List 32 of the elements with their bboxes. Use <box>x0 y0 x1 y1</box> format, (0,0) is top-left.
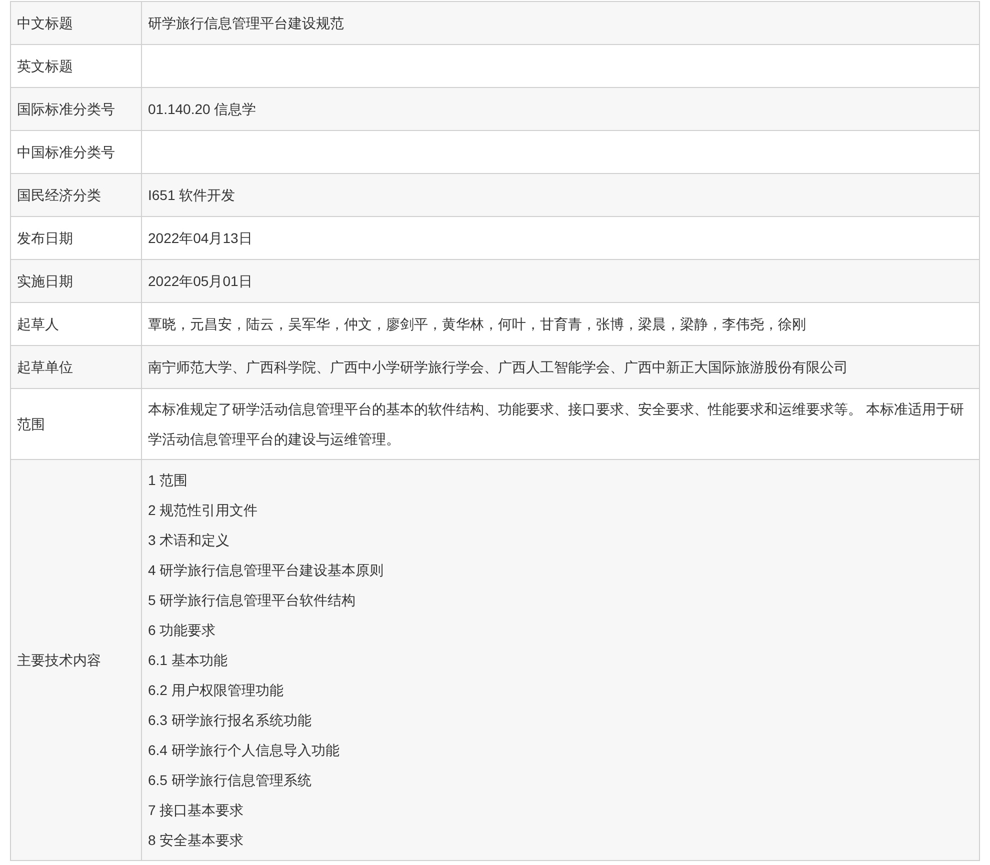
field-label: 国民经济分类 <box>17 186 101 204</box>
content-item: 6.1 基本功能 <box>148 651 228 670</box>
field-label: 英文标题 <box>17 56 73 76</box>
field-value: 2022年04月13日 <box>148 228 252 248</box>
content-item: 2 规范性引用文件 <box>148 501 259 520</box>
field-value: 研学旅行信息管理平台建设规范 <box>148 14 344 32</box>
content-item: 8 安全基本要求 <box>148 831 245 850</box>
content-item: 4 研学旅行信息管理平台建设基本原则 <box>148 561 384 580</box>
field-label: 主要技术内容 <box>17 650 101 670</box>
field-label: 中国标准分类号 <box>17 142 115 162</box>
content-item: 3 术语和定义 <box>148 531 231 550</box>
field-label: 范围 <box>17 414 45 434</box>
field-value: 01.140.20 信息学 <box>148 100 256 118</box>
field-value: 南宁师范大学、广西科学院、广西中小学研学旅行学会、广西人工智能学会、广西中新正大国际旅游股份有限公司 <box>148 358 848 376</box>
content-item: 6.3 研学旅行报名系统功能 <box>148 711 312 730</box>
content-item: 6.2 用户权限管理功能 <box>148 681 284 700</box>
field-label: 起草人 <box>17 314 59 334</box>
field-label: 起草单位 <box>17 358 73 376</box>
field-value: I651 软件开发 <box>148 186 236 204</box>
content-item: 6.5 研学旅行信息管理系统 <box>148 771 312 790</box>
field-value: 2022年05月01日 <box>148 272 252 290</box>
field-value: 覃晓，元昌安，陆云，吴军华，仲文，廖剑平，黄华林，何叶，甘育青，张博，梁晨，梁静，李伟尧，徐刚 <box>148 314 806 334</box>
scope-paragraph: 本标准规定了研学活动信息管理平台的基本的软件结构、功能要求、接口要求、安全要求、性能要求和运维要求等。 本标准适用于研学活动信息管理平台的建设与运维管理。 <box>148 400 965 449</box>
content-item: 6 功能要求 <box>148 621 217 640</box>
content-item: 1 范围 <box>148 471 189 490</box>
content-item: 6.4 研学旅行个人信息导入功能 <box>148 741 340 760</box>
content-item: 7 接口基本要求 <box>148 801 245 820</box>
content-item: 5 研学旅行信息管理平台软件结构 <box>148 591 357 610</box>
field-label: 国际标准分类号 <box>17 100 115 118</box>
field-label: 实施日期 <box>17 272 73 290</box>
field-label: 发布日期 <box>17 228 73 248</box>
field-label: 中文标题 <box>17 14 73 32</box>
